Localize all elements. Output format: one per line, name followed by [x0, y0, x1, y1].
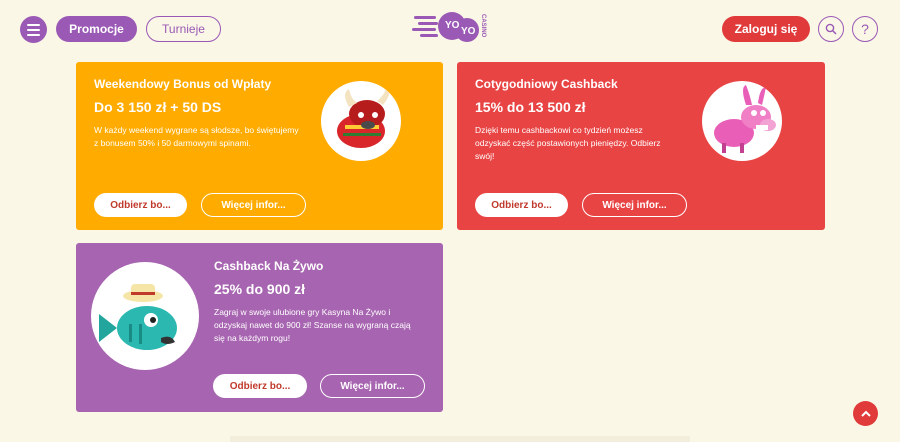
promo-amount: 25% do 900 zł [214, 281, 306, 297]
promo-card-live-cashback: Cashback Na Żywo 25% do 900 zł Zagraj w … [76, 243, 443, 412]
logo-text-top: YO [445, 20, 460, 31]
help-icon[interactable]: ? [852, 16, 878, 42]
tournaments-button[interactable]: Turnieje [146, 16, 221, 42]
promo-amount: 15% do 13 500 zł [475, 99, 586, 115]
claim-bonus-button[interactable]: Odbierz bo... [213, 374, 307, 398]
more-info-button[interactable]: Więcej infor... [201, 193, 306, 217]
chevron-up-icon[interactable] [853, 401, 878, 426]
promo-card-weekly-cashback: Cotygodniowy Cashback 15% do 13 500 zł D… [457, 62, 825, 230]
claim-bonus-button[interactable]: Odbierz bo... [475, 193, 568, 217]
login-button[interactable]: Zaloguj się [722, 16, 810, 42]
more-info-button[interactable]: Więcej infor... [320, 374, 425, 398]
search-icon[interactable] [818, 16, 844, 42]
promo-amount: Do 3 150 zł + 50 DS [94, 99, 222, 115]
promo-title: Cotygodniowy Cashback [475, 77, 618, 91]
promo-title: Cashback Na Żywo [214, 259, 324, 273]
claim-bonus-button[interactable]: Odbierz bo... [94, 193, 187, 217]
footer-edge [230, 436, 690, 442]
promo-description: Dzięki temu cashbackowi co tydzień możes… [475, 125, 661, 161]
logo-text-side: CASINO [480, 14, 486, 38]
menu-icon[interactable] [20, 16, 47, 43]
top-header: Promocje Turnieje YO YO CASINO Zaloguj s… [0, 0, 900, 58]
more-info-button[interactable]: Więcej infor... [582, 193, 687, 217]
promo-description: Zagraj w swoje ulubione gry Kasyna Na Ży… [214, 307, 411, 343]
logo-text-bottom: YO [461, 26, 476, 37]
promo-card-weekend-bonus: Weekendowy Bonus od Wpłaty Do 3 150 zł +… [76, 62, 443, 230]
yoyo-casino-logo[interactable]: YO YO CASINO [412, 8, 492, 48]
bull-pinata-icon [321, 81, 401, 161]
donkey-pinata-icon [702, 81, 782, 161]
promotions-button[interactable]: Promocje [56, 16, 137, 42]
promo-title: Weekendowy Bonus od Wpłaty [94, 77, 272, 91]
promo-description: W każdy weekend wygrane są słodsze, bo ś… [94, 125, 299, 148]
fish-pinata-icon [91, 262, 199, 370]
